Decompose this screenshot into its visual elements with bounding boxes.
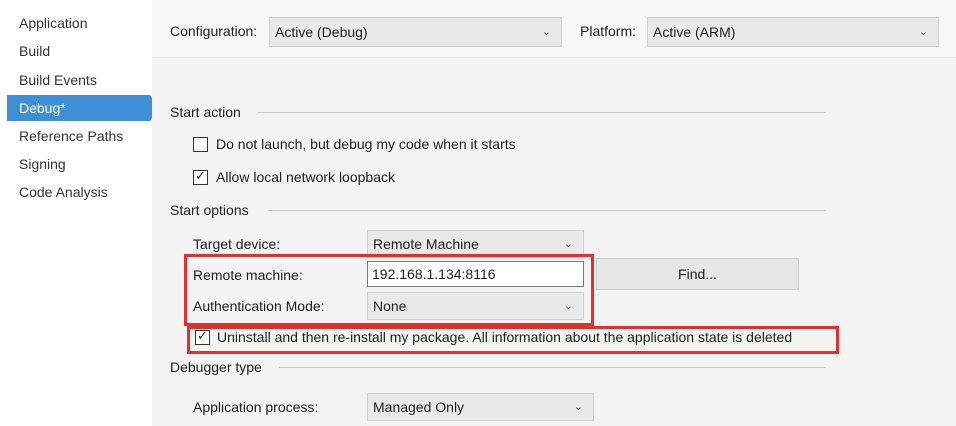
auth-mode-dropdown[interactable]: None ⌄	[367, 292, 584, 320]
sidebar-item-reference-paths[interactable]: Reference Paths	[7, 123, 147, 149]
remote-machine-label: Remote machine:	[193, 267, 303, 283]
loopback-label: Allow local network loopback	[216, 169, 395, 185]
auth-mode-value: None	[373, 298, 407, 314]
section-divider	[268, 210, 826, 211]
loopback-checkbox[interactable]: ✓	[193, 168, 208, 185]
debugger-type-title: Debugger type	[170, 359, 272, 375]
chevron-down-icon: ⌄	[563, 238, 573, 250]
sidebar-item-build[interactable]: Build	[7, 38, 147, 64]
do-not-launch-checkbox[interactable]	[193, 137, 208, 152]
configuration-value: Active (Debug)	[275, 24, 368, 40]
main-panel	[152, 0, 956, 426]
remote-machine-input[interactable]: 192.168.1.134:8116	[367, 261, 584, 287]
reinstall-label: Uninstall and then re-install my package…	[217, 329, 793, 345]
chevron-down-icon: ⌄	[541, 26, 551, 38]
app-process-dropdown[interactable]: Managed Only ⌄	[367, 393, 594, 421]
chevron-down-icon: ⌄	[918, 26, 928, 38]
platform-dropdown[interactable]: Active (ARM) ⌄	[647, 17, 939, 47]
configuration-dropdown[interactable]: Active (Debug) ⌄	[269, 17, 562, 47]
target-device-dropdown[interactable]: Remote Machine ⌄	[367, 230, 584, 258]
app-process-label: Application process:	[193, 399, 319, 415]
sidebar-item-build-events[interactable]: Build Events	[7, 67, 147, 93]
section-divider	[279, 367, 826, 368]
platform-value: Active (ARM)	[653, 24, 736, 40]
platform-label: Platform:	[580, 23, 637, 39]
chevron-down-icon: ⌄	[573, 401, 583, 413]
section-divider	[258, 112, 826, 113]
reinstall-checkbox[interactable]: ✓	[195, 328, 210, 345]
start-options-title: Start options	[170, 202, 259, 218]
checkmark-icon: ✓	[195, 168, 206, 183]
chevron-down-icon: ⌄	[563, 300, 573, 312]
find-button[interactable]: Find...	[596, 258, 799, 290]
sidebar: Application Build Build Events Debug* Re…	[0, 0, 158, 426]
app-process-value: Managed Only	[373, 399, 465, 415]
do-not-launch-label: Do not launch, but debug my code when it…	[216, 136, 516, 152]
sidebar-item-debug[interactable]: Debug*	[7, 95, 158, 121]
configuration-label: Configuration:	[170, 23, 258, 39]
checkmark-icon: ✓	[197, 328, 208, 343]
target-device-label: Target device:	[193, 236, 281, 252]
sidebar-item-application[interactable]: Application	[7, 10, 147, 36]
target-device-value: Remote Machine	[373, 236, 479, 252]
start-action-title: Start action	[170, 104, 251, 120]
sidebar-item-signing[interactable]: Signing	[7, 151, 147, 177]
auth-mode-label: Authentication Mode:	[193, 298, 325, 314]
sidebar-item-code-analysis[interactable]: Code Analysis	[7, 179, 147, 205]
